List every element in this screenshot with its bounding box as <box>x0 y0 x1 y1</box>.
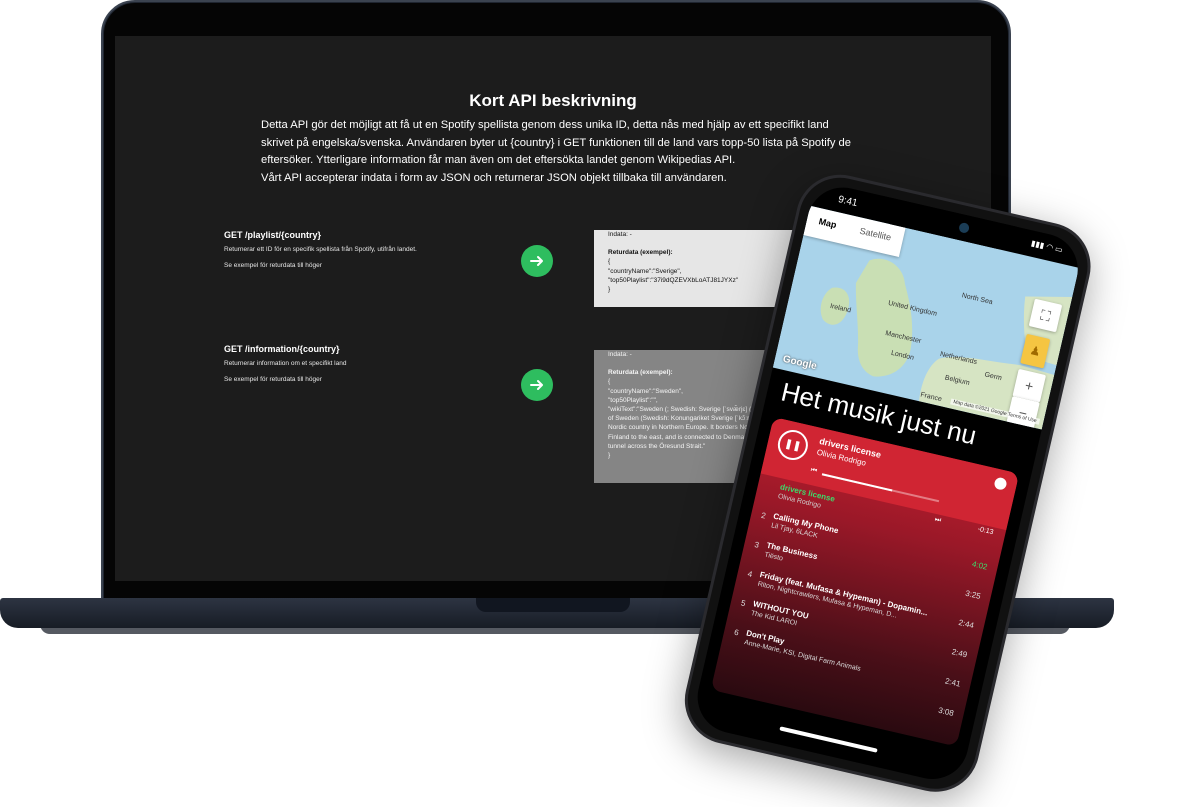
pause-icon: ❚❚ <box>783 437 803 453</box>
endpoint-title: GET /playlist/{country} <box>224 230 322 240</box>
track-duration: 4:02 <box>971 559 989 572</box>
endpoint-description: Returnerar information om et specifikt l… <box>224 360 347 367</box>
track-duration: 3:08 <box>937 705 955 718</box>
progress-fill <box>821 473 893 492</box>
endpoint-information: GET /information/{country} Returnerar in… <box>224 344 346 383</box>
track-duration: 2:44 <box>957 617 975 631</box>
arrow-right-icon <box>530 380 543 390</box>
spotify-player: ❚❚ drivers license Olivia Rodrigo ⏮ ⏭ -0… <box>710 416 1020 747</box>
home-indicator[interactable] <box>779 726 878 753</box>
spotify-logo-icon <box>993 476 1008 491</box>
arrow-right-icon <box>530 256 543 266</box>
track-number: 6 <box>733 627 740 638</box>
track-number: 2 <box>760 510 767 521</box>
track-duration: 3:25 <box>964 588 982 601</box>
track-number: 5 <box>740 598 747 609</box>
pause-button[interactable]: ❚❚ <box>774 426 811 463</box>
endpoint-title: GET /information/{country} <box>224 344 340 354</box>
fullscreen-icon: ⛶ <box>1039 306 1053 324</box>
pegman-icon: ♟ <box>1028 343 1043 360</box>
endpoint-note: Se exempel för returdata till höger <box>224 262 322 269</box>
endpoint-playlist: GET /playlist/{country} Returnerar ett I… <box>224 230 417 269</box>
api-description-paragraph: Detta API gör det möjligt att få ut en S… <box>261 119 851 166</box>
endpoint-note: Se exempel för returdata till höger <box>224 376 322 383</box>
api-description: Detta API gör det möjligt att få ut en S… <box>261 117 861 187</box>
api-description-paragraph: Vårt API accepterar indata i form av JSO… <box>261 171 727 184</box>
track-number: 4 <box>746 569 754 580</box>
previous-track-icon[interactable]: ⏮ <box>810 467 818 476</box>
page-title: Kort API beskrivning <box>469 91 637 110</box>
track-number: 3 <box>753 540 760 550</box>
arrow-right-button[interactable] <box>521 245 553 277</box>
track-duration: 2:49 <box>950 647 969 660</box>
arrow-right-button[interactable] <box>521 369 553 401</box>
endpoint-description: Returnerar ett ID för en specifik spelli… <box>224 246 417 253</box>
status-time: 9:41 <box>837 194 859 210</box>
laptop-notch <box>476 598 630 612</box>
track-duration: 2:41 <box>944 676 962 689</box>
signal-wifi-battery-icon: ▮▮▮ ◠ ▭ <box>1030 238 1064 255</box>
